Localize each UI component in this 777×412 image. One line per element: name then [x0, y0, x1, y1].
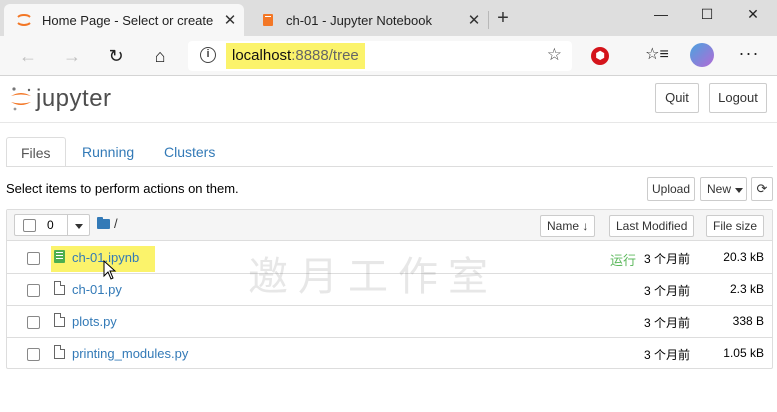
notebook-icon: [263, 14, 273, 26]
file-size: 1.05 kB: [723, 346, 764, 360]
jupyter-logo[interactable]: jupyter: [10, 85, 112, 113]
url-port-path: :8888/tree: [291, 47, 359, 64]
new-tab-button[interactable]: +: [490, 4, 516, 32]
tab-clusters[interactable]: Clusters: [150, 137, 229, 167]
file-size: 20.3 kB: [723, 250, 764, 264]
file-list-header: 0 / Name ↓ Last Modified File size: [7, 210, 772, 241]
file-link[interactable]: plots.py: [72, 314, 117, 329]
jupyter-logo-icon: [11, 87, 31, 111]
watermark: 邀月工作室: [248, 254, 498, 300]
file-size: 2.3 kB: [729, 282, 764, 296]
row-checkbox[interactable]: [27, 316, 40, 329]
row-checkbox[interactable]: [27, 252, 40, 265]
file-icon: [54, 313, 65, 327]
sort-by-size-button[interactable]: File size: [706, 215, 765, 237]
favorites-icon[interactable]: ☆≡: [644, 42, 670, 68]
logo-text: jupyter: [36, 85, 112, 112]
reload-icon[interactable]: ↻: [102, 42, 130, 70]
new-label: New: [707, 182, 732, 196]
file-icon: [54, 281, 65, 295]
tab-title: Home Page - Select or create a n: [42, 12, 216, 28]
caret-down-icon[interactable]: [75, 224, 83, 229]
extension-shield-icon[interactable]: ⬢: [591, 47, 609, 65]
modified-time: 3 个月前: [644, 348, 691, 362]
selected-count: 0: [47, 218, 54, 232]
tabs-divider: [6, 166, 773, 167]
modified-time: 3 个月前: [644, 284, 691, 298]
upload-button[interactable]: Upload: [647, 177, 695, 201]
close-icon[interactable]: ✕: [460, 11, 488, 29]
modified-time: 3 个月前: [644, 316, 691, 330]
select-instruction: Select items to perform actions on them.: [6, 181, 239, 196]
sort-by-modified-button[interactable]: Last Modified: [609, 215, 695, 237]
file-size: 338 B: [732, 314, 764, 328]
new-dropdown-button[interactable]: New: [700, 177, 747, 201]
notebook-icon: [54, 250, 65, 263]
sort-by-name-button[interactable]: Name ↓: [540, 215, 596, 237]
minimize-button[interactable]: —: [638, 0, 684, 30]
folder-icon[interactable]: [97, 217, 110, 229]
star-icon[interactable]: ☆: [547, 45, 562, 65]
quit-button[interactable]: Quit: [655, 83, 699, 113]
back-icon[interactable]: ←: [14, 42, 42, 70]
tab-title: ch-01 - Jupyter Notebook: [286, 12, 432, 28]
refresh-button[interactable]: ⟳: [751, 177, 773, 201]
jupyter-page: jupyter Quit Logout Files Running Cluste…: [0, 77, 777, 412]
list-item[interactable]: printing_modules.py 3 个月前 1.05 kB: [7, 338, 772, 370]
tab-separator: [488, 11, 489, 29]
caret-down-icon: [735, 188, 743, 193]
file-link[interactable]: printing_modules.py: [72, 346, 188, 361]
logout-button[interactable]: Logout: [709, 83, 767, 113]
more-icon[interactable]: ···: [736, 42, 762, 68]
divider: [67, 215, 68, 235]
breadcrumb[interactable]: /: [114, 216, 118, 231]
home-icon[interactable]: ⌂: [146, 42, 174, 70]
select-all-group[interactable]: 0: [14, 214, 90, 236]
browser-tab-bar: Home Page - Select or create a n ✕ ch-01…: [0, 0, 777, 36]
forward-icon[interactable]: →: [58, 42, 86, 70]
jupyter-icon: [17, 14, 31, 26]
running-indicator: 运行: [610, 253, 637, 268]
file-icon: [54, 345, 65, 359]
browser-tab-home[interactable]: Home Page - Select or create a n ✕: [4, 4, 244, 36]
window-close-button[interactable]: ✕: [730, 0, 776, 30]
select-all-checkbox[interactable]: [23, 219, 36, 232]
row-checkbox[interactable]: [27, 284, 40, 297]
browser-tab-notebook[interactable]: ch-01 - Jupyter Notebook ✕: [248, 4, 488, 36]
maximize-button[interactable]: ☐: [684, 0, 730, 30]
address-input[interactable]: i localhost:8888/tree ☆: [188, 41, 572, 71]
tab-files[interactable]: Files: [6, 137, 66, 167]
info-icon[interactable]: i: [200, 47, 216, 63]
tab-running[interactable]: Running: [68, 137, 148, 167]
list-item[interactable]: plots.py 3 个月前 338 B: [7, 306, 772, 338]
url-host: localhost: [232, 47, 292, 64]
modified-time: 3 个月前: [644, 252, 691, 266]
close-icon[interactable]: ✕: [216, 11, 244, 29]
url-text: localhost:8888/tree: [226, 43, 365, 69]
avatar[interactable]: [690, 43, 714, 67]
header-divider: [0, 122, 777, 123]
row-checkbox[interactable]: [27, 348, 40, 361]
file-link[interactable]: ch-01.py: [72, 282, 122, 297]
